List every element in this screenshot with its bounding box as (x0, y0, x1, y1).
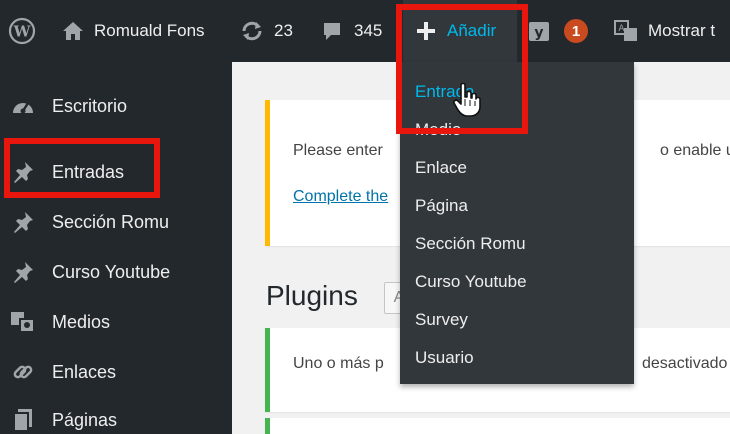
sidebar-item-label: Medios (52, 311, 111, 332)
notice-text-right: o enable up (660, 142, 730, 159)
sidebar-item-escritorio[interactable]: Escritorio (0, 84, 232, 128)
admin-bar: W Romuald Fons 23 345 Añadir y 1 A Mostr (0, 0, 730, 62)
complete-setup-link[interactable]: Complete the (293, 188, 388, 206)
pin-icon (10, 259, 36, 285)
refresh-icon (240, 20, 264, 42)
dashboard-icon (10, 93, 36, 119)
dropdown-item-seccion-romu[interactable]: Sección Romu (415, 234, 526, 254)
pin-icon (10, 209, 36, 235)
wordpress-logo-icon[interactable]: W (8, 0, 36, 62)
svg-text:y: y (534, 25, 543, 41)
sidebar-item-label: Enlaces (52, 361, 117, 382)
dropdown-item-usuario[interactable]: Usuario (415, 348, 474, 368)
translate-label: Mostrar t (648, 21, 716, 40)
yoast-icon: y (528, 19, 552, 43)
svg-text:W: W (13, 23, 32, 41)
link-icon (10, 359, 36, 385)
yoast-seo-menu[interactable]: y 1 (528, 0, 588, 62)
page-title: Plugins (266, 280, 358, 311)
dropdown-item-pagina[interactable]: Página (415, 196, 468, 216)
sidebar-item-label: Páginas (52, 409, 118, 430)
updates-count: 23 (274, 21, 293, 40)
notice-bottom (265, 418, 730, 434)
comment-icon (322, 21, 342, 41)
highlight-box-add-new (396, 4, 528, 134)
sidebar-item-seccion-romu[interactable]: Sección Romu (0, 200, 232, 244)
sidebar-item-paginas[interactable]: Páginas (0, 398, 232, 434)
sidebar-item-label: Curso Youtube (52, 261, 171, 282)
svg-text:A: A (618, 24, 625, 34)
notice-text-left: Uno o más p (293, 355, 384, 372)
translate-icon: A (614, 20, 638, 42)
notification-badge: 1 (564, 19, 588, 43)
comments-link[interactable]: 345 (322, 0, 382, 62)
dropdown-item-survey[interactable]: Survey (415, 310, 468, 330)
admin-sidebar: Escritorio Entradas Sección Romu Curso Y… (0, 62, 232, 434)
sidebar-item-label: Sección Romu (52, 211, 170, 232)
comments-count: 345 (354, 21, 383, 40)
notice-text-left: Please enter (293, 142, 383, 159)
site-name: Romuald Fons (94, 21, 205, 40)
updates-link[interactable]: 23 (240, 0, 293, 62)
sidebar-item-label: Escritorio (52, 95, 128, 116)
dropdown-item-enlace[interactable]: Enlace (415, 158, 467, 178)
translate-toggle[interactable]: A Mostrar t (614, 0, 715, 62)
highlight-box-entradas (4, 138, 160, 198)
notice-text-right: desactivado (642, 355, 728, 372)
sidebar-item-medios[interactable]: Medios (0, 300, 232, 344)
media-icon (10, 309, 36, 335)
home-icon (62, 21, 84, 41)
site-home-link[interactable]: Romuald Fons (62, 0, 205, 62)
page-icon (10, 407, 36, 433)
sidebar-item-enlaces[interactable]: Enlaces (0, 350, 232, 394)
sidebar-item-curso-youtube[interactable]: Curso Youtube (0, 250, 232, 294)
dropdown-item-curso-youtube[interactable]: Curso Youtube (415, 272, 527, 292)
